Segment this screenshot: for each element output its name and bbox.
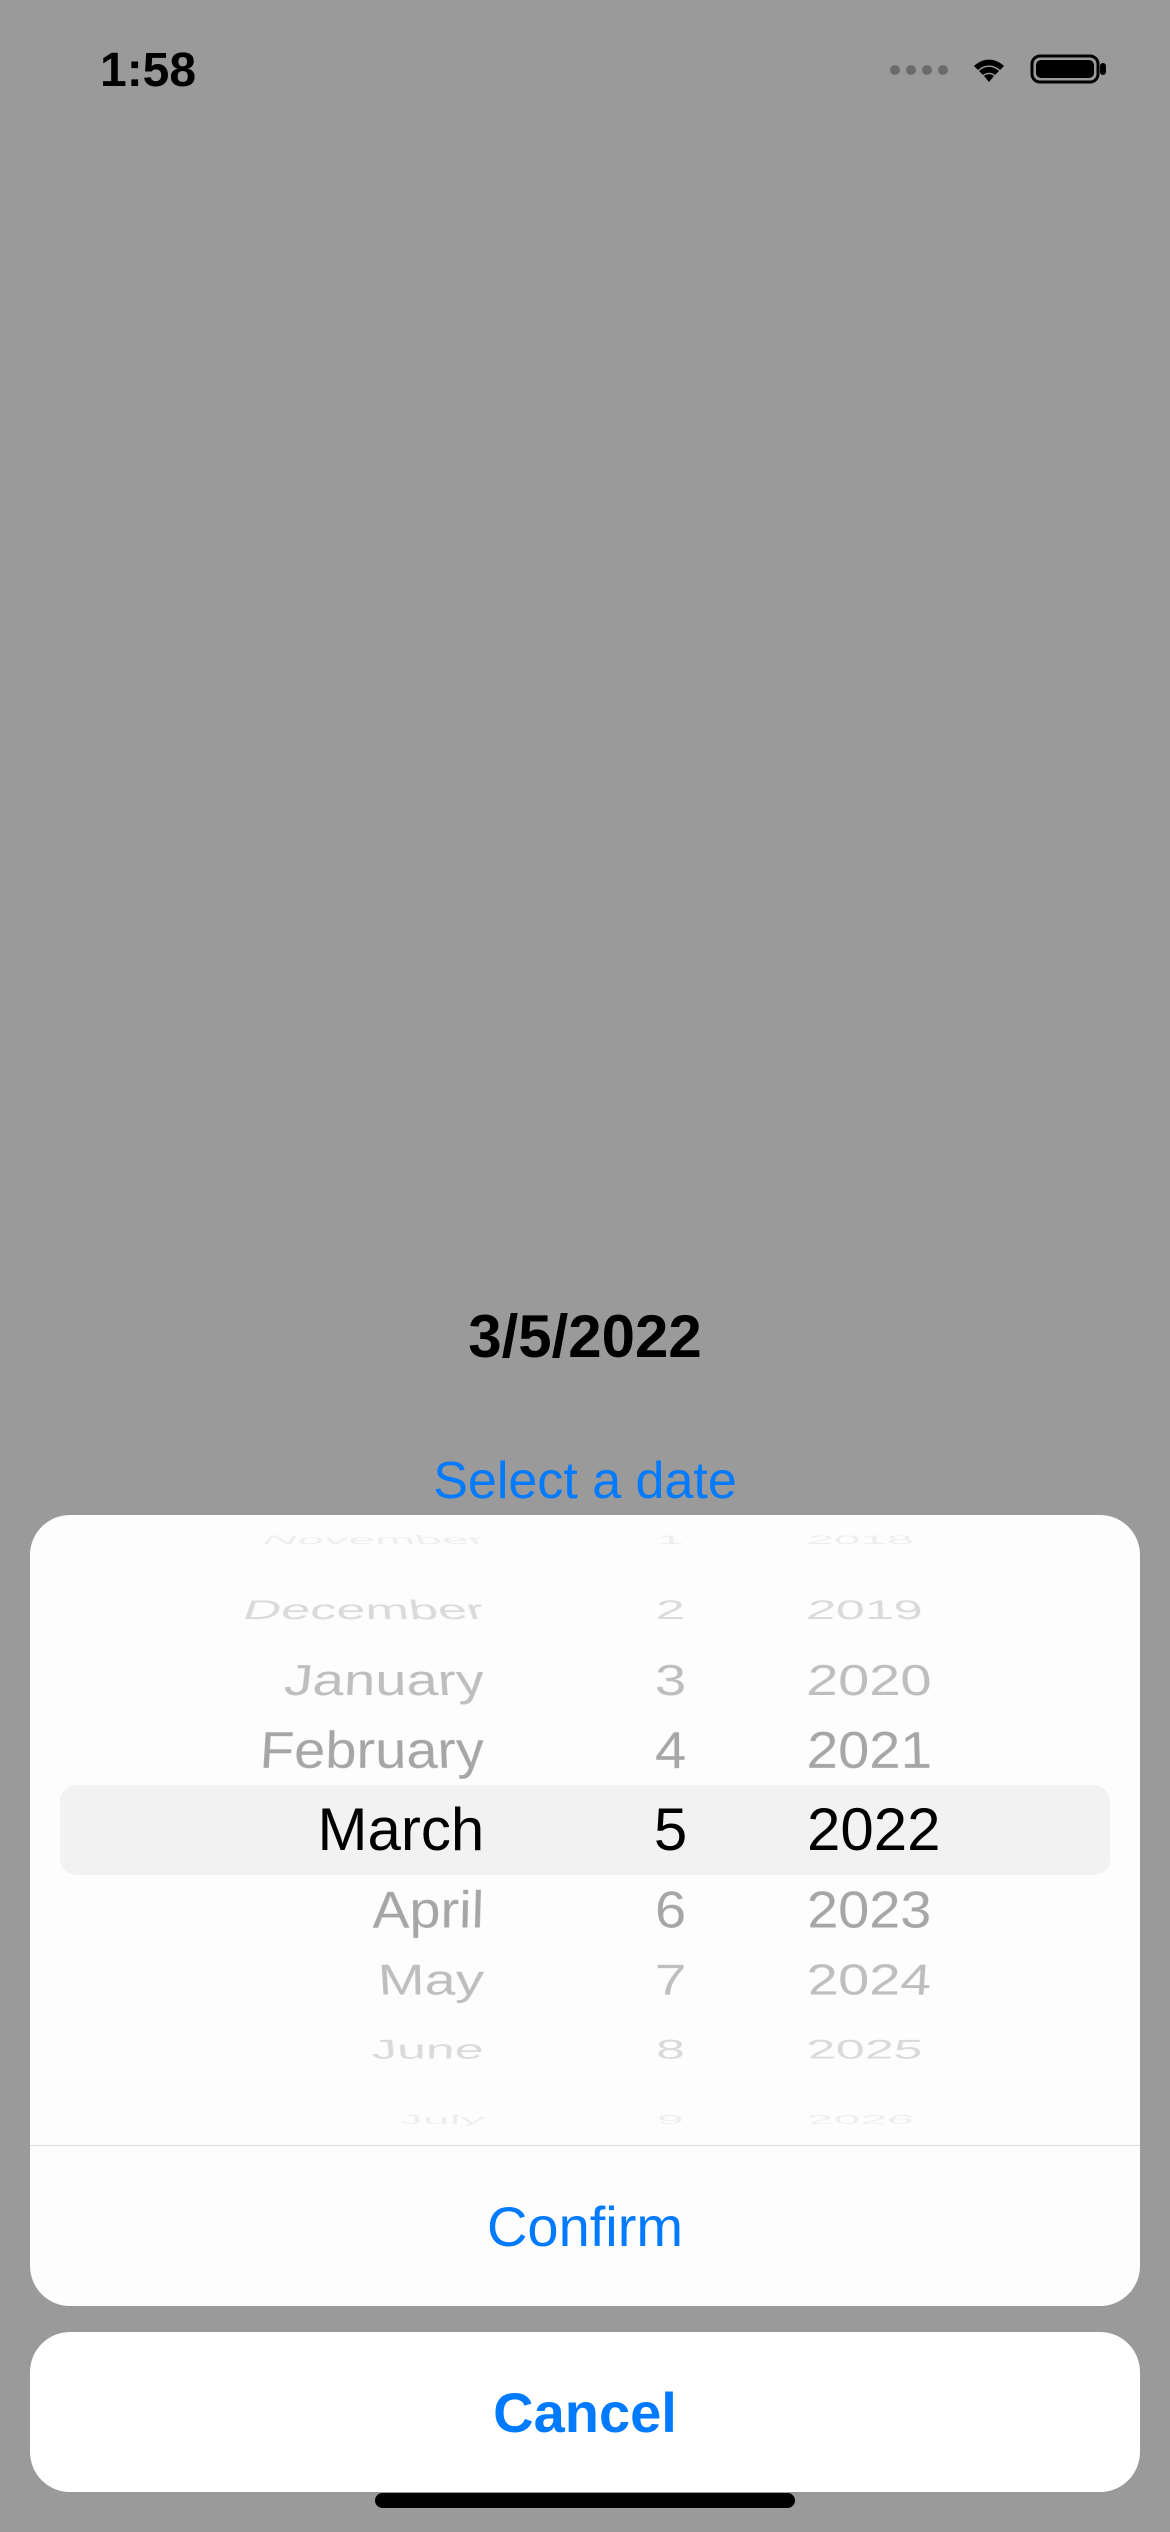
picker-item[interactable]: November: [254, 1532, 493, 1550]
picker-item[interactable]: May: [376, 1952, 486, 2006]
picker-item[interactable]: 1: [656, 1532, 685, 1550]
year-picker-column[interactable]: 2018 2019 2020 2021 2022 2023 2024 2025 …: [767, 1515, 1110, 2145]
picker-item[interactable]: 4: [655, 1718, 687, 1783]
picker-item[interactable]: 7: [654, 1952, 686, 2006]
picker-item[interactable]: 2024: [805, 1952, 934, 2006]
select-date-button[interactable]: Select a date: [433, 1451, 737, 1511]
picker-item[interactable]: 2021: [806, 1718, 933, 1783]
picker-item[interactable]: 2023: [806, 1877, 933, 1942]
picker-item[interactable]: June: [368, 2031, 487, 2068]
picker-item[interactable]: 2020: [805, 1654, 934, 1708]
date-picker-sheet: November December January February March…: [30, 1515, 1140, 2306]
picker-item[interactable]: February: [258, 1718, 486, 1783]
day-picker-column[interactable]: 1 2 3 4 5 6 7 8 9: [574, 1515, 767, 2145]
picker-item-selected[interactable]: 5: [654, 1785, 687, 1875]
picker-item[interactable]: April: [371, 1877, 485, 1942]
picker-item[interactable]: 6: [655, 1877, 687, 1942]
date-picker[interactable]: November December January February March…: [30, 1515, 1140, 2145]
picker-item[interactable]: 2019: [804, 1593, 927, 1630]
action-sheet-container: November December January February March…: [30, 1515, 1140, 2492]
picker-item[interactable]: 9: [656, 2110, 685, 2128]
cancel-button[interactable]: Cancel: [30, 2332, 1140, 2492]
picker-item[interactable]: 3: [654, 1654, 686, 1708]
home-indicator[interactable]: [375, 2493, 795, 2508]
picker-item[interactable]: January: [281, 1654, 488, 1708]
confirm-button[interactable]: Confirm: [30, 2146, 1140, 2306]
selected-date-display: 3/5/2022: [468, 1302, 702, 1371]
picker-item[interactable]: December: [237, 1593, 491, 1630]
picker-item[interactable]: 8: [655, 2031, 686, 2068]
picker-item[interactable]: 2: [655, 1593, 686, 1630]
picker-item-selected[interactable]: March: [317, 1785, 484, 1875]
picker-item[interactable]: 2026: [803, 2110, 918, 2128]
month-picker-column[interactable]: November December January February March…: [60, 1515, 574, 2145]
picker-item[interactable]: July: [396, 2110, 488, 2128]
picker-item[interactable]: 2025: [804, 2031, 927, 2068]
picker-item-selected[interactable]: 2022: [807, 1785, 940, 1875]
picker-item[interactable]: 2018: [803, 1532, 918, 1550]
